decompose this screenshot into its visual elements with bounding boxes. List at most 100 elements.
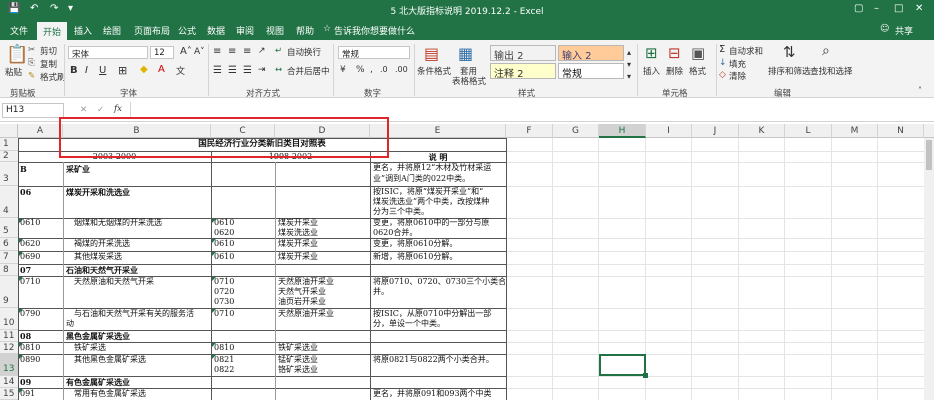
- paste-icon[interactable]: 📋: [6, 44, 28, 65]
- tab-review[interactable]: 审阅: [236, 24, 254, 37]
- style-note[interactable]: 注释 2: [490, 63, 556, 80]
- clear-button[interactable]: 清除: [729, 70, 746, 82]
- old-code-cell[interactable]: 0620: [214, 228, 234, 239]
- old-name-cell[interactable]: 煤炭开采业: [278, 218, 318, 229]
- cut-button[interactable]: 剪切: [40, 45, 57, 57]
- insert-function-icon[interactable]: fx: [114, 104, 122, 114]
- column-header[interactable]: M: [832, 124, 878, 138]
- merge-center-button[interactable]: 合并后居中: [287, 65, 330, 77]
- note-line[interactable]: 更名，并将原12“木材及竹材采运: [373, 163, 505, 174]
- wrap-text-button[interactable]: 自动换行: [287, 46, 321, 58]
- note-line[interactable]: 按ISIC，从原0710中分解出一部: [373, 309, 505, 320]
- note-line[interactable]: 按ISIC，将原“煤炭开采业”和“: [373, 187, 505, 198]
- enter-formula-icon[interactable]: ✓: [97, 105, 104, 115]
- ribbon-display-icon[interactable]: ▢: [854, 3, 863, 14]
- currency-icon[interactable]: ¥: [340, 65, 346, 75]
- collapse-ribbon-icon[interactable]: ˄: [918, 86, 922, 95]
- row-header[interactable]: 4: [0, 186, 18, 218]
- old-name-cell[interactable]: 油页岩开采业: [278, 297, 326, 308]
- merge-center-icon[interactable]: ↔: [275, 65, 282, 75]
- autosum-icon[interactable]: Σ: [719, 44, 725, 55]
- old-code-cell[interactable]: 0710: [214, 309, 234, 320]
- note-line[interactable]: 变更，将原0610分解。: [373, 239, 505, 250]
- tab-formulas[interactable]: 公式: [178, 24, 196, 37]
- table-format-icon[interactable]: ▦: [458, 44, 473, 63]
- row-header[interactable]: 9: [0, 276, 18, 308]
- note-line[interactable]: 0620合并。: [373, 228, 505, 239]
- sort-filter-button[interactable]: 排序和筛选: [768, 65, 811, 77]
- row-header-selected[interactable]: 13: [0, 354, 18, 376]
- note-line[interactable]: 变更，将原0610中的一部分与原: [373, 218, 505, 229]
- phonetic-icon[interactable]: 文: [176, 64, 185, 77]
- row-header[interactable]: 3: [0, 162, 18, 186]
- column-header[interactable]: L: [785, 124, 832, 138]
- conditional-format-icon[interactable]: ▤: [424, 44, 439, 63]
- format-cells-button[interactable]: 格式: [689, 65, 706, 77]
- name-cell[interactable]: 石油和天然气开采业: [66, 265, 138, 276]
- column-header[interactable]: N: [878, 124, 924, 138]
- tab-help[interactable]: 帮助: [296, 24, 314, 37]
- name-cell[interactable]: 动: [66, 319, 74, 330]
- worksheet-grid[interactable]: 国民经济行业分类新旧类目对照表 2003-2000 1998-2002 说 明 …: [18, 138, 934, 400]
- code-cell[interactable]: 06: [20, 187, 31, 198]
- note-line[interactable]: 业”调到A门类的022中类。: [373, 174, 505, 185]
- styles-scroll-up-icon[interactable]: ▴: [627, 48, 631, 57]
- note-line[interactable]: 分为三个中类。: [373, 207, 505, 218]
- column-header[interactable]: F: [506, 124, 553, 138]
- orientation-icon[interactable]: ↗: [258, 46, 266, 56]
- shrink-font-icon[interactable]: A˅: [194, 47, 205, 57]
- clear-icon[interactable]: ◇: [719, 70, 726, 80]
- row-header[interactable]: 8: [0, 264, 18, 276]
- column-header[interactable]: K: [739, 124, 785, 138]
- name-cell[interactable]: 与石油和天然气开采有关的服务活: [74, 309, 194, 320]
- find-select-icon[interactable]: ⌕: [822, 43, 830, 59]
- tab-file[interactable]: 文件: [10, 24, 28, 37]
- fill-button[interactable]: 填充: [729, 58, 746, 70]
- delete-cells-icon[interactable]: ⊟: [668, 44, 681, 62]
- row-header[interactable]: 6: [0, 238, 18, 251]
- old-name-cell[interactable]: 天然气开采业: [278, 287, 326, 298]
- old-code-cell[interactable]: 0730: [214, 297, 234, 308]
- minimize-icon[interactable]: –: [874, 3, 879, 14]
- insert-cells-icon[interactable]: ⊞: [645, 44, 658, 62]
- tab-data[interactable]: 数据: [207, 24, 225, 37]
- row-header[interactable]: 2: [0, 151, 18, 162]
- code-cell[interactable]: 0620: [20, 239, 40, 250]
- note-line[interactable]: 将原0821与0822两个小类合并。: [373, 355, 505, 366]
- name-cell[interactable]: 采矿业: [66, 164, 90, 175]
- style-output[interactable]: 输出 2: [490, 45, 556, 62]
- comma-icon[interactable]: ,: [370, 65, 373, 75]
- code-cell[interactable]: 08: [20, 331, 31, 342]
- row-header[interactable]: 5: [0, 218, 18, 238]
- format-painter-icon[interactable]: ✎: [28, 71, 35, 81]
- borders-icon[interactable]: ⊞: [118, 64, 127, 77]
- scrollbar-thumb[interactable]: [926, 140, 932, 170]
- note-line[interactable]: 将原0710、0720、0730三个小类合: [373, 277, 505, 288]
- share-icon[interactable]: ☺: [880, 24, 889, 34]
- delete-cells-button[interactable]: 删除: [666, 65, 683, 77]
- column-header[interactable]: A: [18, 124, 63, 138]
- name-box[interactable]: H13: [2, 103, 64, 118]
- column-header[interactable]: J: [692, 124, 739, 138]
- cancel-formula-icon[interactable]: ✕: [80, 105, 87, 115]
- code-cell[interactable]: 0710: [20, 277, 40, 288]
- row-header[interactable]: 12: [0, 342, 18, 354]
- code-cell[interactable]: 0810: [20, 343, 40, 354]
- name-cell[interactable]: 其他黑色金属矿采选: [74, 355, 146, 366]
- autosum-button[interactable]: 自动求和: [729, 45, 763, 57]
- tab-page-layout[interactable]: 页面布局: [134, 24, 170, 37]
- row-header[interactable]: 7: [0, 251, 18, 264]
- note-line[interactable]: 更名，并将原091和093两个中类: [373, 389, 505, 400]
- old-code-cell[interactable]: 0610: [214, 252, 234, 263]
- row-header[interactable]: 15: [0, 388, 18, 400]
- copy-button[interactable]: 复制: [40, 58, 57, 70]
- align-center-icon[interactable]: ☰: [228, 65, 237, 76]
- old-code-cell[interactable]: 0720: [214, 287, 234, 298]
- styles-more-icon[interactable]: ▾: [627, 72, 631, 81]
- note-line[interactable]: 新增，将原0610分解。: [373, 252, 505, 263]
- name-cell[interactable]: 有色金属矿采选业: [66, 377, 130, 388]
- font-name-dropdown[interactable]: 宋体: [68, 46, 148, 59]
- name-cell[interactable]: 常用有色金属矿采选: [74, 389, 146, 400]
- close-icon[interactable]: ✕: [915, 3, 923, 14]
- align-bottom-icon[interactable]: ≡: [243, 46, 251, 57]
